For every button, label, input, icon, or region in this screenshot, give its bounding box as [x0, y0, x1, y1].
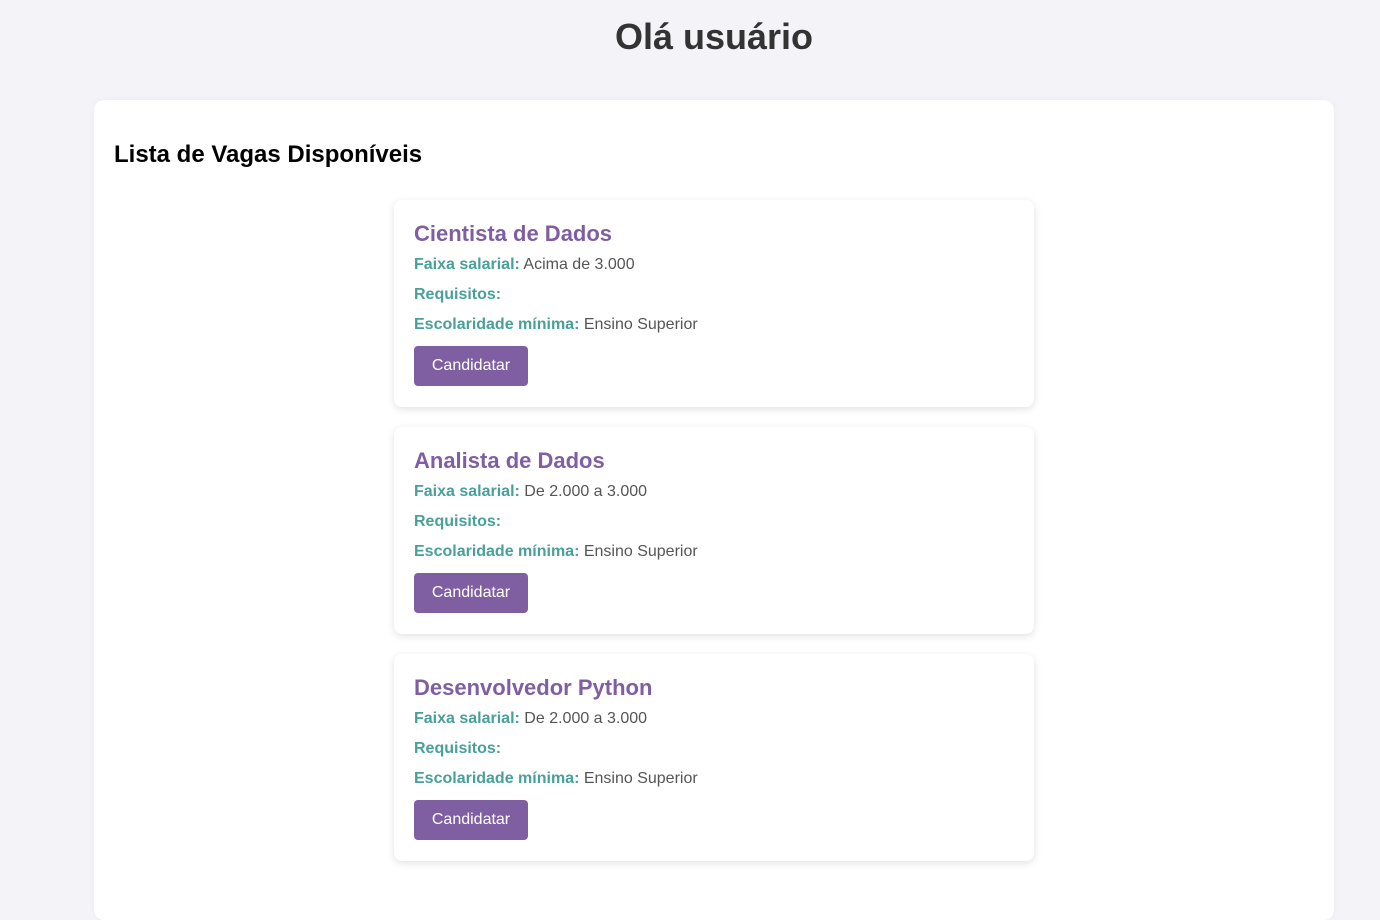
- requirements-label: Requisitos:: [414, 740, 502, 757]
- education-field: Escolaridade mínima: Ensino Superior: [414, 315, 1014, 335]
- salary-value: De 2.000 a 3.000: [524, 710, 648, 727]
- salary-field: Faixa salarial: Acima de 3.000: [414, 255, 1014, 275]
- education-label: Escolaridade mínima:: [414, 316, 580, 333]
- requirements-field: Requisitos:: [414, 512, 1014, 532]
- education-field: Escolaridade mínima: Ensino Superior: [414, 769, 1014, 789]
- education-value: Ensino Superior: [583, 770, 698, 787]
- job-card: Cientista de Dados Faixa salarial: Acima…: [394, 200, 1034, 407]
- job-card: Analista de Dados Faixa salarial: De 2.0…: [394, 427, 1034, 634]
- education-label: Escolaridade mínima:: [414, 770, 580, 787]
- education-value: Ensino Superior: [583, 316, 698, 333]
- job-title: Analista de Dados: [414, 448, 605, 473]
- requirements-label: Requisitos:: [414, 513, 502, 530]
- page-title: Olá usuário: [614, 16, 814, 57]
- salary-label: Faixa salarial:: [414, 710, 520, 727]
- apply-button[interactable]: Candidatar: [414, 800, 528, 840]
- salary-field: Faixa salarial: De 2.000 a 3.000: [414, 482, 1014, 502]
- requirements-field: Requisitos:: [414, 285, 1014, 305]
- job-list: Cientista de Dados Faixa salarial: Acima…: [394, 200, 1034, 881]
- job-listings-panel: Lista de Vagas Disponíveis Cientista de …: [94, 100, 1334, 920]
- job-title: Cientista de Dados: [414, 221, 613, 246]
- education-label: Escolaridade mínima:: [414, 543, 580, 560]
- salary-field: Faixa salarial: De 2.000 a 3.000: [414, 709, 1014, 729]
- requirements-field: Requisitos:: [414, 739, 1014, 759]
- education-field: Escolaridade mínima: Ensino Superior: [414, 542, 1014, 562]
- salary-value: De 2.000 a 3.000: [524, 483, 648, 500]
- salary-label: Faixa salarial:: [414, 256, 520, 273]
- salary-value: Acima de 3.000: [523, 256, 635, 273]
- salary-label: Faixa salarial:: [414, 483, 520, 500]
- job-card: Desenvolvedor Python Faixa salarial: De …: [394, 654, 1034, 861]
- requirements-label: Requisitos:: [414, 286, 502, 303]
- education-value: Ensino Superior: [583, 543, 698, 560]
- apply-button[interactable]: Candidatar: [414, 346, 528, 386]
- job-title: Desenvolvedor Python: [414, 675, 653, 700]
- apply-button[interactable]: Candidatar: [414, 573, 528, 613]
- section-title: Lista de Vagas Disponíveis: [114, 141, 423, 168]
